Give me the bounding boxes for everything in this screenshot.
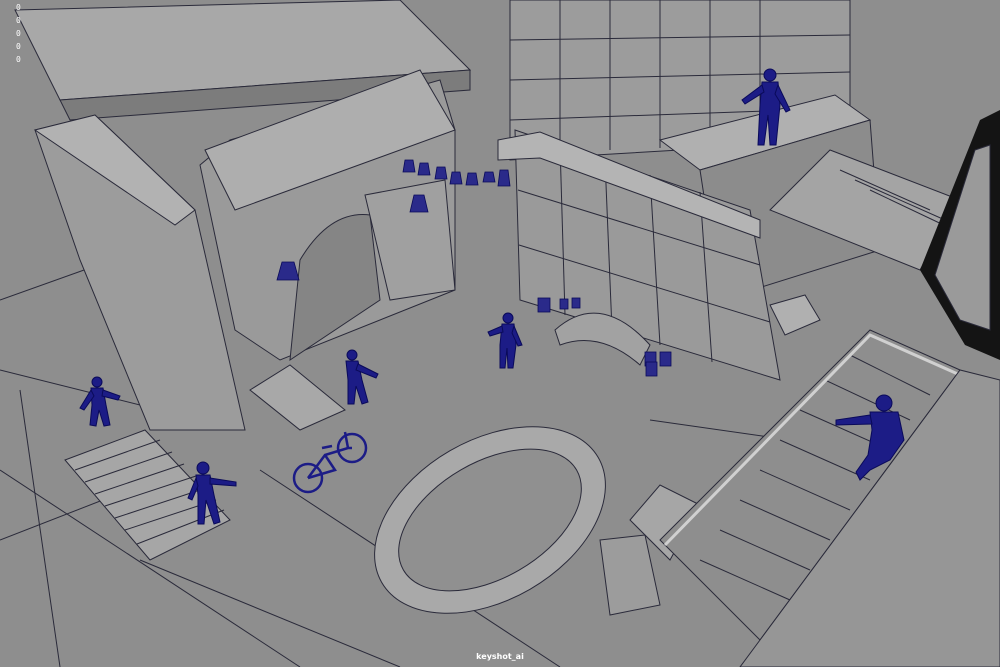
hud-line: 0 bbox=[16, 42, 21, 51]
hud-line: 0 bbox=[16, 16, 21, 25]
hud-line: 0 bbox=[16, 29, 21, 38]
hud-line: 0 bbox=[16, 55, 21, 64]
hud-line: 0 bbox=[16, 3, 21, 12]
hud-readout: 0 0 0 0 0 bbox=[16, 2, 21, 66]
3d-viewport[interactable]: 0 0 0 0 0 keyshot_ai bbox=[0, 0, 1000, 667]
camera-name-label: keyshot_ai bbox=[476, 652, 524, 661]
scene-geometry[interactable] bbox=[0, 0, 1000, 667]
